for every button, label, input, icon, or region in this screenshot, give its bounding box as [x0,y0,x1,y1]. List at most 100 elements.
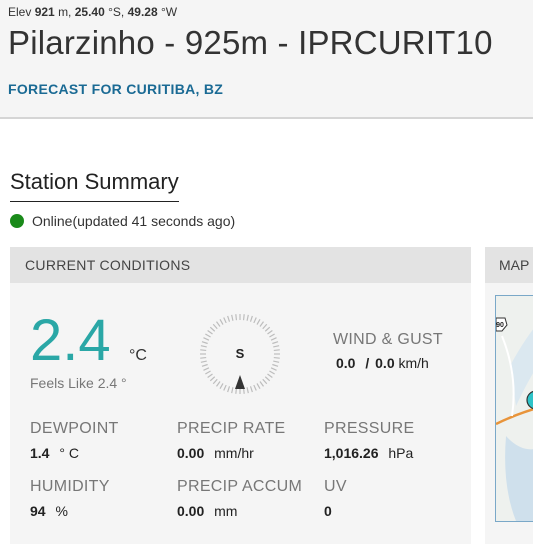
compass-tick [273,360,280,363]
temperature-unit: °C [129,347,147,364]
uv-label: UV [324,478,347,495]
compass-tick [223,317,227,324]
compass-tick [273,345,280,348]
compass-tick [219,383,224,389]
road-shield-label: 90 [496,322,504,329]
wind-separator: / [365,355,370,371]
lon-value: 49.28 [127,5,158,19]
temperature-value: 2.4 [30,308,111,373]
compass-tick [200,360,207,363]
compass-tick [200,356,207,359]
wind-direction-label: S [236,346,245,361]
compass-tick [216,381,221,387]
compass-tick [201,341,208,345]
compass-tick [269,370,275,375]
lat-value: 25.40 [74,5,105,19]
map-graphic: 90 [496,296,533,521]
online-status-icon [10,214,24,228]
map-panel: MAP 90 [485,247,533,544]
compass-tick [264,326,271,332]
compass-tick [212,378,218,385]
compass-tick [270,367,277,371]
lon-unit: °W [160,5,178,19]
humidity-label: HUMIDITY [30,478,110,495]
compass-tick [219,319,224,325]
pressure-value: 1,016.26 [324,445,379,461]
map-header: MAP [485,247,533,283]
compass-tick [262,323,268,330]
compass-tick [209,376,216,382]
compass-tick [200,345,207,348]
compass-tick [267,330,273,335]
elev-value: 921 [34,5,55,19]
uv-value: 0 [324,503,332,519]
compass-tick [273,349,280,352]
precip-rate-value: 0.00 [177,445,205,461]
compass-tick [205,333,211,338]
compass-tick [231,387,234,394]
gust-speed: 0.0 [375,355,395,371]
compass-tick [201,363,208,367]
compass-tick [256,319,261,325]
page-title: Pilarzinho - 925m - IPRCURIT10 [8,24,493,61]
compass-tick [200,349,207,352]
compass-tick [246,314,249,321]
precip-rate-label: PRECIP RATE [177,420,286,437]
humidity-value-row: 94 % [30,503,68,519]
dewpoint-label: DEWPOINT [30,420,119,437]
compass-tick [262,378,268,385]
section-title: Station Summary [10,169,179,202]
elev-label: Elev [8,5,32,19]
compass-tick [203,367,210,371]
precip-accum-label: PRECIP ACCUM [177,478,303,495]
compass-tick [231,314,234,321]
wind-compass-icon: S [200,314,280,394]
station-status: Online(updated 41 seconds ago) [10,213,235,229]
status-text: Online(updated 41 seconds ago) [32,213,236,229]
elev-unit: m, [58,5,72,19]
compass-tick [203,337,210,341]
compass-tick [273,356,280,359]
lat-unit: °S, [108,5,125,19]
current-conditions-panel: CURRENT CONDITIONS 2.4 °C Feels Like 2.4… [10,247,471,544]
pressure-value-row: 1,016.26 hPa [324,445,413,461]
compass-tick [223,384,227,391]
compass-tick [259,381,264,387]
wind-unit: km/h [398,355,429,371]
wind-speed: 0.0 [336,355,356,371]
compass-tick [212,323,218,330]
compass-tick [272,341,279,345]
compass-tick [246,387,249,394]
pressure-unit: hPa [388,445,414,461]
humidity-value: 94 [30,503,46,519]
wind-gust-label: WIND & GUST [333,331,443,348]
dewpoint-value-row: 1.4 ° C [30,445,79,461]
compass-tick [256,383,261,389]
panel-header: CURRENT CONDITIONS [10,247,471,283]
compass-tick [205,370,211,375]
compass-tick [267,373,273,378]
compass-tick [227,315,231,322]
pressure-label: PRESSURE [324,420,415,437]
precip-accum-value-row: 0.00 mm [177,503,237,519]
uv-value-row: 0 [324,503,338,519]
compass-tick [242,314,245,321]
compass-tick [249,386,253,393]
precip-rate-value-row: 0.00 mm/hr [177,445,254,461]
compass-tick [269,333,275,338]
precip-accum-unit: mm [214,503,238,519]
compass-tick [235,314,238,321]
dewpoint-unit: ° C [59,445,79,461]
compass-tick [207,373,213,378]
compass-tick [253,317,257,324]
compass-tick [209,326,216,332]
compass-tick [270,337,277,341]
compass-tick [253,384,257,391]
compass-tick [259,321,264,327]
feels-like: Feels Like 2.4 ° [30,375,127,391]
station-coordinates: Elev 921 m, 25.40 °S, 49.28 °W [8,5,177,19]
forecast-link[interactable]: FORECAST FOR CURITIBA, BZ [8,81,223,97]
compass-tick [216,321,221,327]
dewpoint-value: 1.4 [30,445,50,461]
station-map[interactable]: 90 [495,295,533,522]
